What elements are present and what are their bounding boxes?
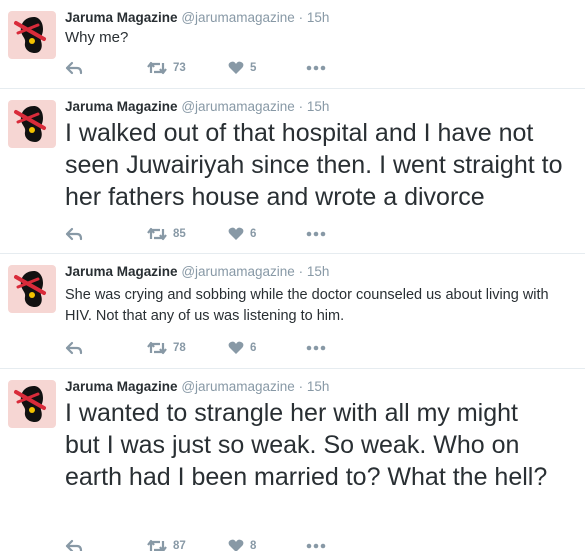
like-button[interactable]: 6 (228, 225, 256, 243)
author-name[interactable]: Jaruma Magazine (65, 99, 178, 114)
like-count: 5 (250, 62, 257, 74)
avatar[interactable] (8, 100, 56, 148)
separator: · (298, 10, 304, 25)
tweet-header: Jaruma Magazine @jarumamagazine · 15h (65, 263, 329, 281)
retweet-button[interactable]: 85 (147, 225, 186, 243)
timeline: Jaruma Magazine @jarumamagazine · 15h Wh… (0, 0, 585, 551)
more-icon (306, 65, 326, 71)
avatar-logo-icon (14, 271, 46, 307)
heart-icon (228, 227, 244, 240)
retweet-button[interactable]: 73 (147, 59, 186, 77)
like-button[interactable]: 5 (228, 59, 256, 77)
avatar[interactable] (8, 380, 56, 428)
retweet-count: 85 (173, 228, 186, 240)
retweet-icon (147, 61, 167, 75)
retweet-button[interactable]: 87 (147, 537, 186, 551)
avatar[interactable] (8, 265, 56, 313)
author-name[interactable]: Jaruma Magazine (65, 264, 178, 279)
retweet-button[interactable]: 78 (147, 339, 186, 357)
tweet-text: Why me? (65, 29, 129, 46)
reply-button[interactable] (65, 59, 83, 77)
more-icon (306, 543, 326, 549)
tweet-text: She was crying and sobbing while the doc… (65, 287, 549, 324)
tweet-header: Jaruma Magazine @jarumamagazine · 15h (65, 378, 329, 396)
avatar[interactable] (8, 11, 56, 59)
reply-button[interactable] (65, 537, 83, 551)
like-count: 8 (250, 540, 257, 551)
tweet-actions: 87 8 (65, 537, 365, 551)
reply-icon (65, 61, 83, 75)
retweet-icon (147, 539, 167, 551)
like-count: 6 (250, 342, 257, 354)
tweet[interactable]: Jaruma Magazine @jarumamagazine · 15h Wh… (0, 0, 585, 89)
reply-button[interactable] (65, 339, 83, 357)
like-count: 6 (250, 228, 257, 240)
tweet-header: Jaruma Magazine @jarumamagazine · 15h (65, 98, 329, 116)
tweet-actions: 85 6 (65, 225, 365, 243)
more-button[interactable] (306, 225, 326, 243)
avatar-logo-icon (14, 386, 46, 422)
tweet[interactable]: Jaruma Magazine @jarumamagazine · 15h I … (0, 89, 585, 254)
timestamp[interactable]: 15h (307, 379, 330, 394)
tweet-header: Jaruma Magazine @jarumamagazine · 15h (65, 9, 329, 27)
retweet-count: 87 (173, 540, 186, 551)
like-button[interactable]: 6 (228, 339, 256, 357)
retweet-icon (147, 341, 167, 355)
author-handle[interactable]: @jarumamagazine (181, 379, 295, 394)
timestamp[interactable]: 15h (307, 10, 330, 25)
tweet-text: I walked out of that hospital and I have… (65, 119, 563, 211)
retweet-icon (147, 227, 167, 241)
retweet-count: 78 (173, 342, 186, 354)
author-handle[interactable]: @jarumamagazine (181, 264, 295, 279)
avatar-logo-icon (14, 106, 46, 142)
reply-icon (65, 227, 83, 241)
retweet-count: 73 (173, 62, 186, 74)
author-name[interactable]: Jaruma Magazine (65, 10, 178, 25)
like-button[interactable]: 8 (228, 537, 256, 551)
author-handle[interactable]: @jarumamagazine (181, 99, 295, 114)
heart-icon (228, 61, 244, 74)
reply-icon (65, 341, 83, 355)
heart-icon (228, 341, 244, 354)
more-button[interactable] (306, 537, 326, 551)
tweet[interactable]: Jaruma Magazine @jarumamagazine · 15h I … (0, 369, 585, 551)
tweet-text: I wanted to strangle her with all my mig… (65, 399, 548, 491)
heart-icon (228, 539, 244, 551)
tweet-actions: 78 6 (65, 339, 365, 357)
more-icon (306, 231, 326, 237)
tweet-actions: 73 5 (65, 59, 365, 77)
reply-icon (65, 539, 83, 551)
separator: · (298, 379, 304, 394)
timestamp[interactable]: 15h (307, 99, 330, 114)
avatar-logo-icon (14, 17, 46, 53)
timestamp[interactable]: 15h (307, 264, 330, 279)
separator: · (298, 264, 304, 279)
author-name[interactable]: Jaruma Magazine (65, 379, 178, 394)
more-button[interactable] (306, 59, 326, 77)
more-button[interactable] (306, 339, 326, 357)
author-handle[interactable]: @jarumamagazine (181, 10, 295, 25)
tweet[interactable]: Jaruma Magazine @jarumamagazine · 15h Sh… (0, 254, 585, 369)
separator: · (298, 99, 304, 114)
more-icon (306, 345, 326, 351)
reply-button[interactable] (65, 225, 83, 243)
